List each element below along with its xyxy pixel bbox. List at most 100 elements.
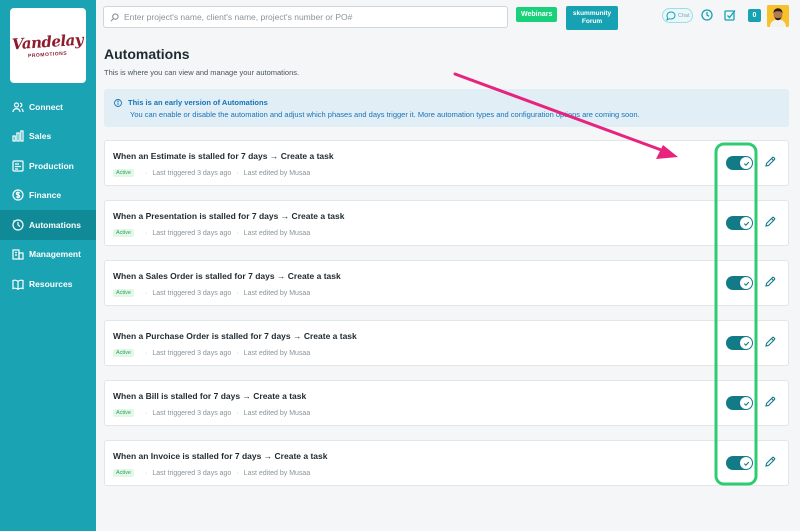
building-icon <box>12 249 24 260</box>
toggle-knob <box>740 217 752 229</box>
automation-toggle[interactable] <box>726 336 753 350</box>
forum-button-line2: Forum <box>581 18 603 25</box>
sidebar-item-label: Connect <box>29 101 63 112</box>
check-icon <box>743 401 749 406</box>
automation-card: When a Bill is stalled for 7 days → Crea… <box>104 380 789 426</box>
sidebar-item-sales[interactable]: Sales <box>0 122 96 152</box>
separator: · <box>144 289 148 297</box>
pencil-icon[interactable] <box>764 336 776 348</box>
chat-icon <box>666 10 676 21</box>
last-triggered: Last triggered 3 days ago <box>152 409 232 417</box>
sidebar-item-label: Finance <box>29 190 62 201</box>
last-triggered: Last triggered 3 days ago <box>152 469 232 477</box>
last-edited: Last edited by Musaa <box>243 289 311 297</box>
pencil-icon[interactable] <box>764 456 776 468</box>
last-edited: Last edited by Musaa <box>243 169 311 177</box>
last-triggered: Last triggered 3 days ago <box>152 289 232 297</box>
separator: · <box>236 169 239 177</box>
status-badge: Active <box>113 229 134 237</box>
toggle-knob <box>740 157 752 169</box>
separator: · <box>236 229 239 237</box>
notification-badge[interactable]: 0 <box>748 9 761 22</box>
pencil-icon[interactable] <box>764 396 776 408</box>
pencil-icon[interactable] <box>764 216 776 228</box>
forum-button[interactable]: skummunity Forum <box>566 6 618 30</box>
automation-card: When an Estimate is stalled for 7 days →… <box>104 140 789 186</box>
automation-title: When a Bill is stalled for 7 days → Crea… <box>113 391 307 401</box>
webinars-button[interactable]: Webinars <box>516 7 558 22</box>
automation-toggle[interactable] <box>726 456 753 470</box>
pencil-icon[interactable] <box>764 276 776 288</box>
status-badge: Active <box>113 289 134 297</box>
last-triggered: Last triggered 3 days ago <box>152 169 232 177</box>
search-input[interactable] <box>124 12 504 22</box>
company-logo[interactable]: Vandelay PROMOTIONS <box>10 8 86 83</box>
status-badge: Active <box>113 409 134 417</box>
sidebar-item-label: Automations <box>29 219 81 230</box>
page-subtitle: This is where you can view and manage yo… <box>104 68 300 77</box>
automation-card: When a Presentation is stalled for 7 day… <box>104 200 789 246</box>
automation-card: When an Invoice is stalled for 7 days → … <box>104 440 789 486</box>
automation-title: When a Sales Order is stalled for 7 days… <box>113 271 341 281</box>
info-banner: This is an early version of Automations … <box>104 89 789 127</box>
bar-chart-icon <box>12 130 24 142</box>
sidebar-item-label: Resources <box>29 278 73 289</box>
sidebar-item-label: Management <box>29 249 81 260</box>
separator: · <box>236 349 239 357</box>
info-icon <box>114 98 122 107</box>
separator: · <box>236 469 239 477</box>
automation-title: When an Invoice is stalled for 7 days → … <box>113 451 328 461</box>
info-banner-title: This is an early version of Automations <box>114 98 789 107</box>
sidebar-item-automations[interactable]: Automations <box>0 210 96 240</box>
status-badge: Active <box>113 469 134 477</box>
chat-button[interactable]: Chat <box>662 8 693 23</box>
chat-label: Chat <box>678 12 690 19</box>
automation-title: When an Estimate is stalled for 7 days →… <box>113 151 334 161</box>
automation-toggle[interactable] <box>726 396 753 410</box>
automation-icon <box>12 219 24 231</box>
forum-button-line1: skummunity <box>572 10 612 17</box>
last-edited: Last edited by Musaa <box>243 349 311 357</box>
avatar[interactable] <box>767 5 789 27</box>
status-badge: Active <box>113 349 134 357</box>
separator: · <box>144 169 148 177</box>
automation-meta: Active · Last triggered 3 days ago · Las… <box>113 409 310 417</box>
separator: · <box>144 469 148 477</box>
sidebar-item-resources[interactable]: Resources <box>0 269 96 299</box>
status-badge: Active <box>113 169 134 177</box>
check-icon <box>743 341 749 346</box>
separator: · <box>236 289 239 297</box>
tasks-icon[interactable] <box>724 9 736 21</box>
separator: · <box>144 349 148 357</box>
sidebar-nav: Connect Sales Production Finance Automat… <box>0 92 96 299</box>
sidebar-item-finance[interactable]: Finance <box>0 181 96 211</box>
search-bar[interactable] <box>103 6 508 28</box>
book-icon <box>12 279 24 290</box>
pencil-icon[interactable] <box>764 156 776 168</box>
automation-meta: Active · Last triggered 3 days ago · Las… <box>113 469 310 477</box>
automation-toggle[interactable] <box>726 156 753 170</box>
sidebar-item-production[interactable]: Production <box>0 151 96 181</box>
last-triggered: Last triggered 3 days ago <box>152 349 232 357</box>
separator: · <box>236 409 239 417</box>
sidebar-item-label: Production <box>29 160 74 171</box>
sidebar-item-management[interactable]: Management <box>0 240 96 270</box>
separator: · <box>144 229 148 237</box>
sidebar-item-label: Sales <box>29 131 52 142</box>
sidebar-item-connect[interactable]: Connect <box>0 92 96 122</box>
clock-icon[interactable] <box>701 9 713 21</box>
logo-text: Vandelay <box>11 30 85 54</box>
automation-meta: Active · Last triggered 3 days ago · Las… <box>113 229 310 237</box>
automation-toggle[interactable] <box>726 216 753 230</box>
automation-toggle[interactable] <box>726 276 753 290</box>
last-edited: Last edited by Musaa <box>243 469 311 477</box>
last-triggered: Last triggered 3 days ago <box>152 229 232 237</box>
logo-subtext: PROMOTIONS <box>28 50 68 60</box>
last-edited: Last edited by Musaa <box>243 229 311 237</box>
toggle-knob <box>740 457 752 469</box>
page-title: Automations <box>104 46 190 62</box>
check-icon <box>743 461 749 466</box>
last-edited: Last edited by Musaa <box>243 409 311 417</box>
check-icon <box>743 161 749 166</box>
automation-meta: Active · Last triggered 3 days ago · Las… <box>113 349 310 357</box>
